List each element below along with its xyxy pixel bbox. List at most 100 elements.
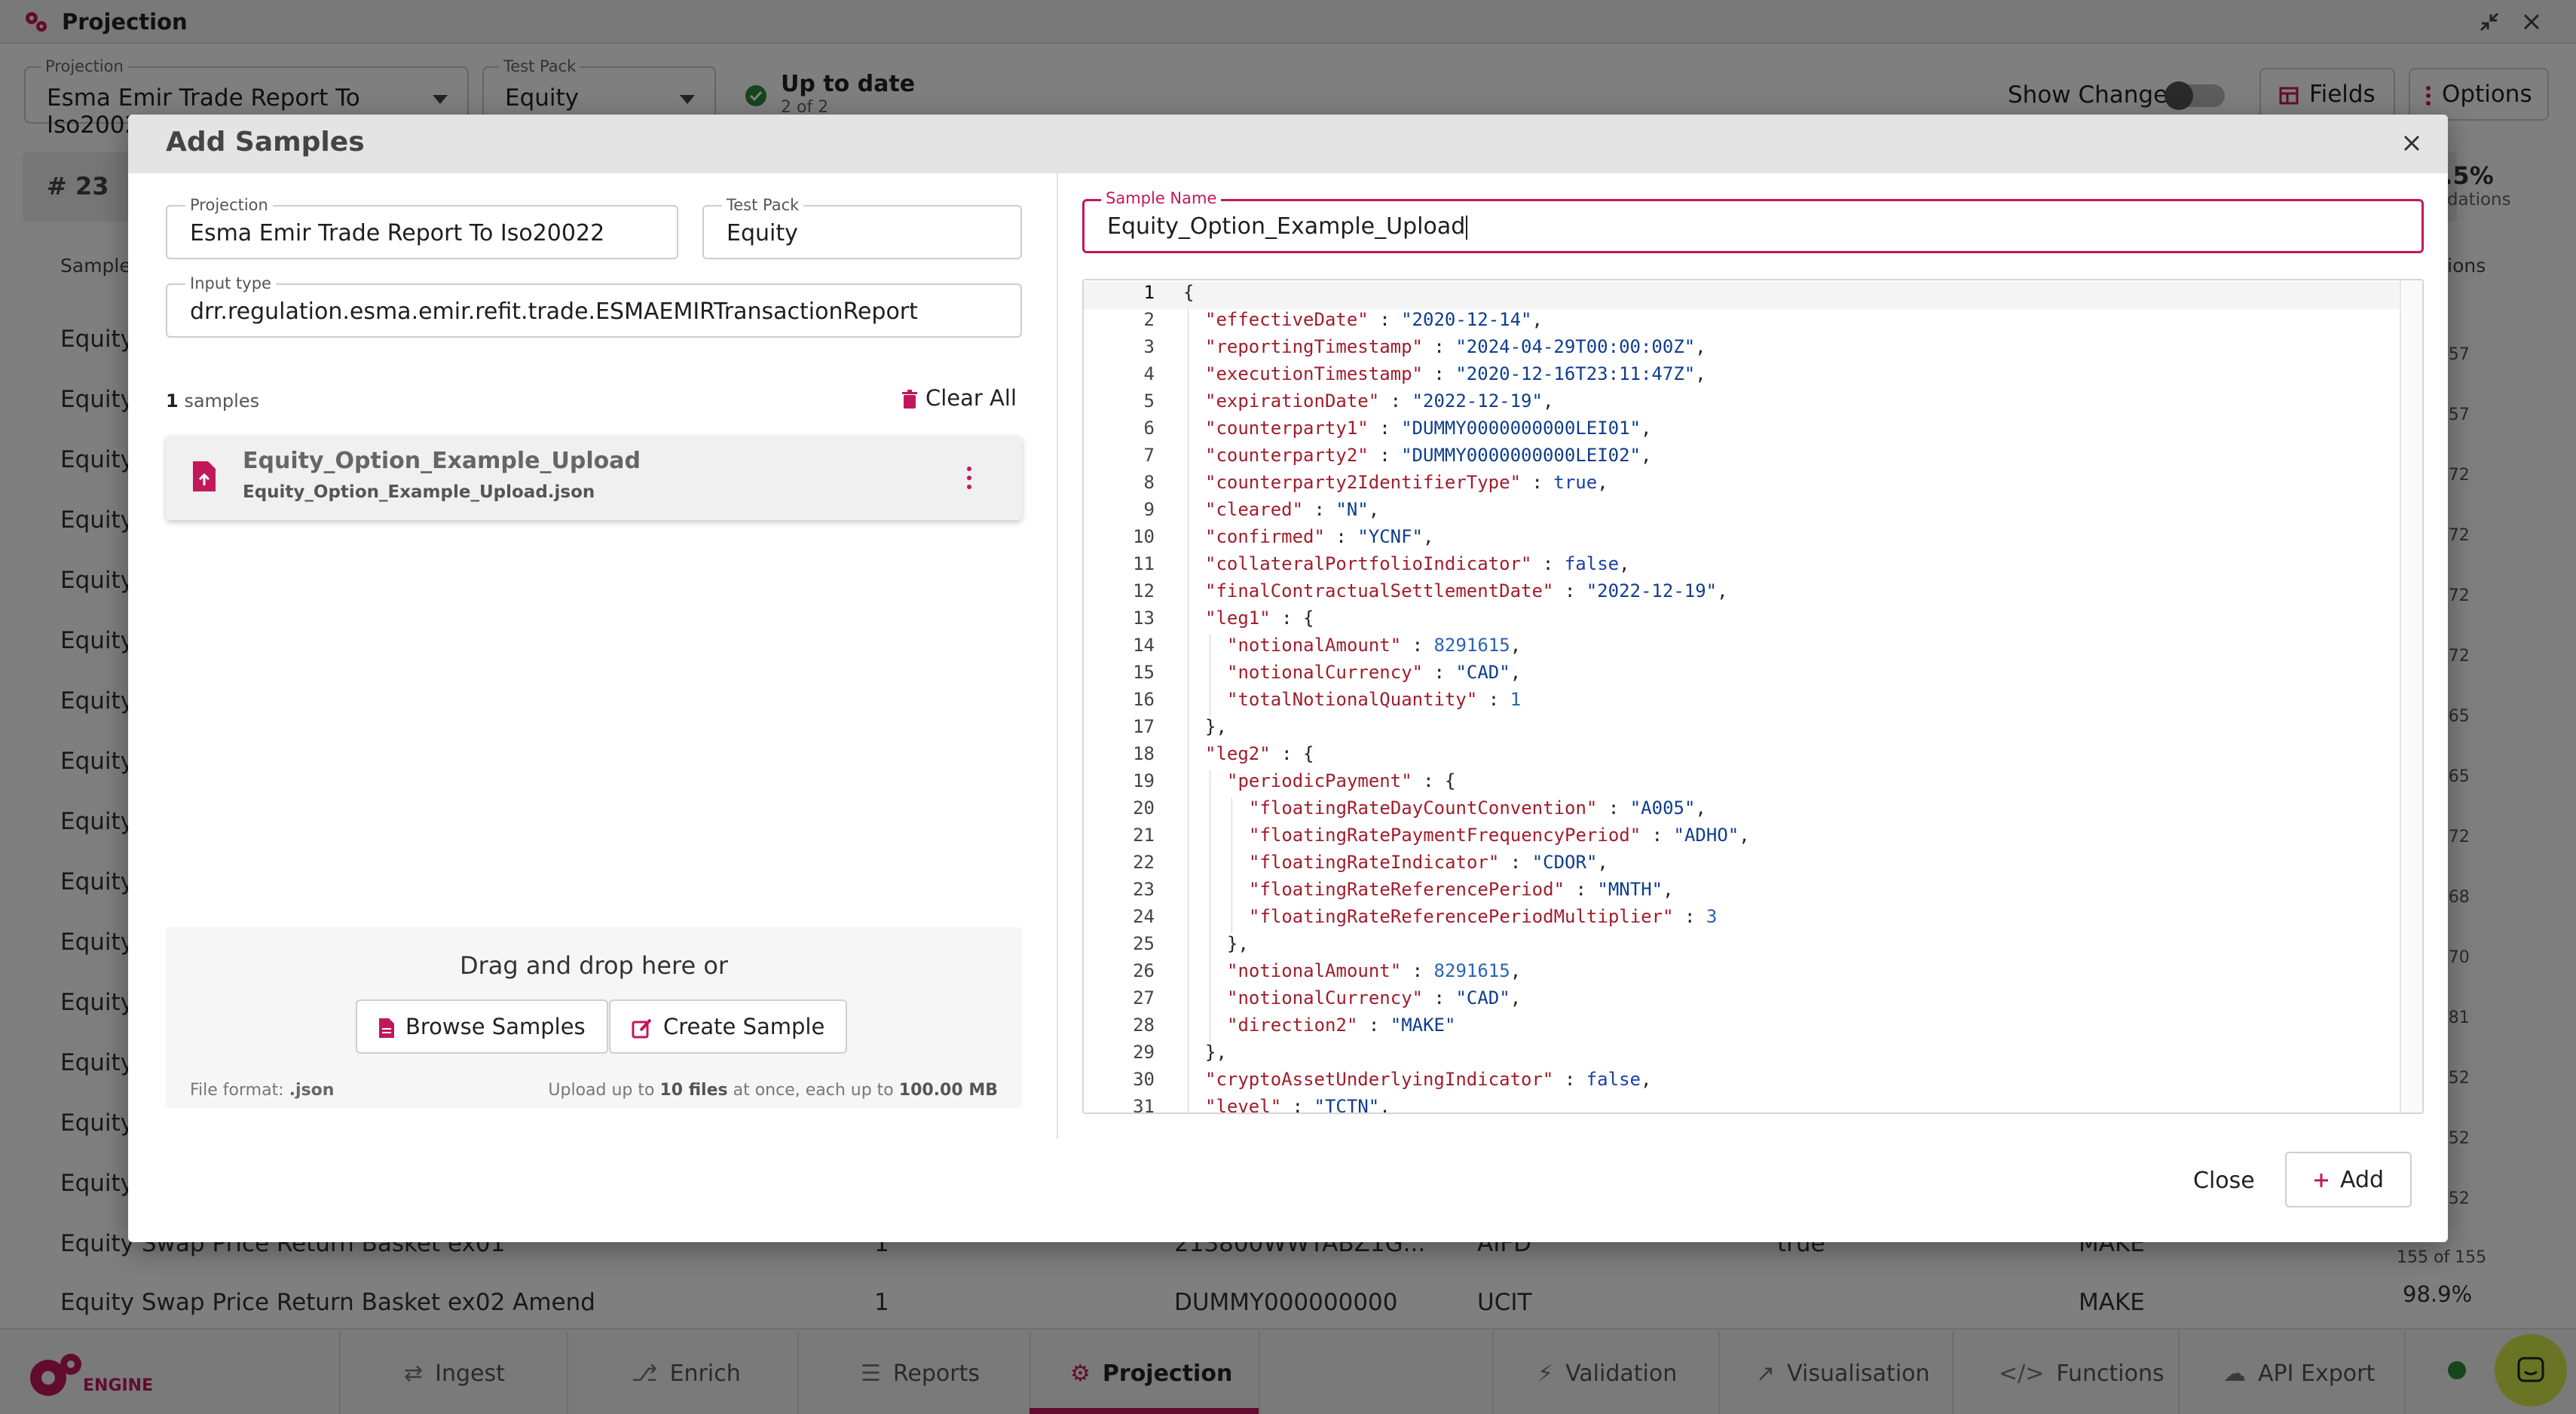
edit-icon — [632, 1014, 653, 1039]
add-samples-dialog: Add Samples Projection Esma Emir Trade R… — [128, 115, 2448, 1242]
line-number: 24 — [1133, 906, 1155, 927]
create-sample-label: Create Sample — [663, 1014, 825, 1039]
code-line: "counterparty1" : "DUMMY0000000000LEI01"… — [1205, 418, 1652, 439]
drop-zone[interactable]: Drag and drop here or Browse Samples Cre… — [166, 927, 1022, 1108]
add-button-label: Add — [2339, 1166, 2385, 1193]
sample-list-item[interactable]: Equity_Option_Example_Upload Equity_Opti… — [166, 436, 1022, 520]
code-line: "cleared" : "N", — [1205, 499, 1380, 520]
code-line: "totalNotionalQuantity" : 1 — [1227, 689, 1522, 710]
indent-guide — [1188, 499, 1189, 526]
code-line: "confirmed" : "YCNF", — [1205, 526, 1434, 547]
indent-guide — [1188, 1069, 1189, 1096]
line-number: 6 — [1143, 418, 1155, 439]
browse-samples-button[interactable]: Browse Samples — [356, 999, 608, 1054]
line-number: 15 — [1133, 662, 1155, 683]
create-sample-button[interactable]: Create Sample — [609, 999, 848, 1054]
line-number: 17 — [1133, 716, 1155, 737]
projection-field: Projection Esma Emir Trade Report To Iso… — [166, 196, 678, 259]
testpack-field: Test Pack Equity — [702, 196, 1022, 259]
indent-guide — [1188, 770, 1189, 797]
line-number: 27 — [1133, 987, 1155, 1008]
line-number: 31 — [1133, 1096, 1155, 1114]
file-icon — [378, 1014, 395, 1039]
line-number: 21 — [1133, 825, 1155, 846]
browse-samples-label: Browse Samples — [405, 1014, 586, 1039]
code-line: "collateralPortfolioIndicator" : false, — [1205, 553, 1630, 574]
code-line: "leg1" : { — [1205, 608, 1314, 629]
indent-guide — [1188, 635, 1189, 662]
line-number: 5 — [1143, 390, 1155, 412]
code-line: "effectiveDate" : "2020-12-14", — [1205, 309, 1543, 330]
indent-guide — [1188, 336, 1189, 363]
more-vertical-icon[interactable] — [962, 463, 977, 493]
indent-guide — [1188, 580, 1189, 608]
sample-filename: Equity_Option_Example_Upload.json — [243, 482, 595, 502]
indent-guide — [1188, 852, 1189, 879]
indent-guide — [1188, 879, 1189, 906]
line-number: 13 — [1133, 608, 1155, 629]
line-number: 2 — [1143, 309, 1155, 330]
code-content[interactable]: {"effectiveDate" : "2020-12-14", "reporti… — [1168, 280, 2389, 1114]
file-upload-icon — [191, 460, 217, 496]
indent-guide — [1188, 987, 1189, 1015]
add-button[interactable]: Add — [2285, 1152, 2412, 1207]
code-line: "level" : "TCTN", — [1205, 1096, 1390, 1114]
indent-guide — [1188, 716, 1189, 743]
json-code-editor[interactable]: 1 2 3 4 5 6 7 8 9 10 11 12 13 14 15 16 17 18 19 20 21 22 23 24 2… — [1082, 279, 2424, 1114]
code-line: "notionalAmount" : 8291615, — [1227, 635, 1522, 656]
clear-all-button[interactable]: Clear All — [901, 381, 1017, 415]
indent-guide — [1188, 418, 1189, 445]
indent-guide — [1188, 797, 1189, 825]
clear-all-label: Clear All — [925, 385, 1017, 411]
indent-guide — [1188, 960, 1189, 987]
code-line: "notionalCurrency" : "CAD", — [1227, 987, 1522, 1008]
input-type-field: Input type drr.regulation.esma.emir.refi… — [166, 274, 1022, 338]
line-number: 23 — [1133, 879, 1155, 900]
line-number: 28 — [1133, 1015, 1155, 1036]
input-type-label: Input type — [185, 274, 276, 292]
line-number: 26 — [1133, 960, 1155, 981]
input-type-value: drr.regulation.esma.emir.refit.trade.ESM… — [190, 298, 918, 325]
line-number: 1 — [1143, 282, 1155, 303]
indent-guide — [1188, 553, 1189, 580]
line-number: 25 — [1133, 933, 1155, 954]
code-line: "expirationDate" : "2022-12-19", — [1205, 390, 1554, 412]
line-number: 11 — [1133, 553, 1155, 574]
code-line: "direction2" : "MAKE" — [1227, 1015, 1456, 1036]
code-line: "floatingRateDayCountConvention" : "A005… — [1249, 797, 1706, 819]
code-line: "floatingRatePaymentFrequencyPeriod" : "… — [1249, 825, 1750, 846]
indent-guide — [1188, 933, 1189, 960]
line-number: 12 — [1133, 580, 1155, 601]
code-line: "reportingTimestamp" : "2024-04-29T00:00… — [1205, 336, 1706, 357]
line-number: 18 — [1133, 743, 1155, 764]
indent-guide — [1188, 743, 1189, 770]
code-line: "periodicPayment" : { — [1227, 770, 1456, 791]
indent-guide — [1188, 309, 1189, 336]
close-button[interactable]: Close — [2193, 1158, 2255, 1203]
sample-name-input[interactable]: Sample Name Equity_Option_Example_Upload — [1082, 189, 2424, 253]
indent-guide — [1231, 852, 1232, 879]
code-line: "finalContractualSettlementDate" : "2022… — [1205, 580, 1728, 601]
code-line: "counterparty2" : "DUMMY0000000000LEI02"… — [1205, 445, 1652, 466]
indent-guide — [1188, 906, 1189, 933]
file-format-note: File format: .json — [190, 1081, 335, 1100]
code-line: "executionTimestamp" : "2020-12-16T23:11… — [1205, 363, 1706, 384]
line-number: 10 — [1133, 526, 1155, 547]
code-line: "leg2" : { — [1205, 743, 1314, 764]
line-number: 19 — [1133, 770, 1155, 791]
editor-scrollbar[interactable] — [2400, 280, 2422, 1113]
code-line: "cryptoAssetUnderlyingIndicator" : false… — [1205, 1069, 1652, 1090]
line-number: 4 — [1143, 363, 1155, 384]
code-line: "notionalAmount" : 8291615, — [1227, 960, 1522, 981]
dialog-title: Add Samples — [166, 127, 365, 158]
upload-limit-note: Upload up to 10 files at once, each up t… — [548, 1081, 998, 1100]
projection-field-value: Esma Emir Trade Report To Iso20022 — [190, 220, 605, 246]
sample-name-label: Sample Name — [1101, 189, 1222, 207]
testpack-field-label: Test Pack — [722, 196, 804, 214]
close-icon[interactable] — [2397, 128, 2427, 158]
indent-guide — [1231, 797, 1232, 825]
line-number-gutter: 1 2 3 4 5 6 7 8 9 10 11 12 13 14 15 16 17 18 19 20 21 22 23 24 2… — [1084, 280, 1167, 1114]
plus-icon — [2313, 1167, 2330, 1193]
line-number: 7 — [1143, 445, 1155, 466]
code-line: "floatingRateReferencePeriodMultiplier" … — [1249, 906, 1718, 927]
